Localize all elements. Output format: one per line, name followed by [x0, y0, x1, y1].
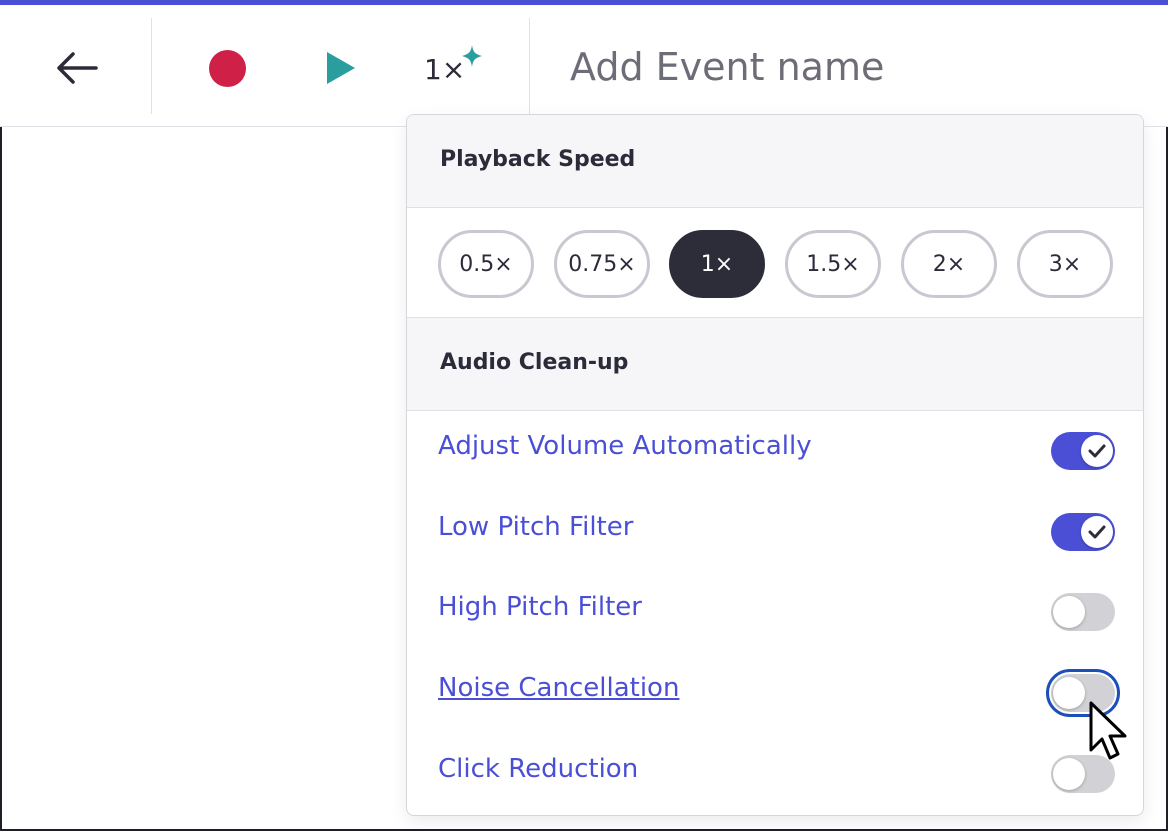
record-icon	[208, 49, 246, 87]
playback-speed-value: 1×	[424, 53, 466, 86]
speed-options: 0.5× 0.75× 1× 1.5× 2× 3×	[407, 208, 1143, 318]
option-label[interactable]: Noise Cancellation	[438, 673, 679, 703]
toggle-knob	[1053, 758, 1085, 790]
arrow-left-icon	[57, 52, 98, 84]
back-button[interactable]	[50, 43, 104, 93]
speed-option-0.75x[interactable]: 0.75×	[554, 230, 650, 298]
playback-speed-title: Playback Speed	[440, 147, 636, 172]
toggle-knob	[1053, 596, 1085, 628]
option-noise-cancellation: Noise Cancellation	[407, 653, 1143, 733]
toggle-knob	[1081, 516, 1113, 548]
playback-speed-header: Playback Speed	[407, 115, 1143, 208]
option-label[interactable]: Click Reduction	[438, 754, 638, 784]
playback-settings-dropdown: Playback Speed 0.5× 0.75× 1× 1.5× 2× 3× …	[406, 114, 1144, 816]
check-icon	[1088, 525, 1106, 539]
high-pitch-filter-toggle[interactable]	[1051, 593, 1115, 631]
option-label[interactable]: Adjust Volume Automatically	[438, 431, 812, 461]
playback-speed-button[interactable]: 1×	[414, 41, 490, 91]
event-name-input[interactable]: Add Event name	[570, 45, 884, 89]
low-pitch-filter-toggle[interactable]	[1051, 513, 1115, 551]
option-low-pitch-filter: Low Pitch Filter	[407, 492, 1143, 572]
recorder-toolbar: 1× Add Event name	[0, 5, 1168, 127]
speed-option-1x[interactable]: 1×	[669, 230, 765, 298]
sparkle-icon	[462, 45, 482, 67]
play-button[interactable]	[314, 43, 368, 93]
noise-cancellation-toggle[interactable]	[1046, 669, 1120, 717]
option-label[interactable]: High Pitch Filter	[438, 592, 642, 622]
speed-option-3x[interactable]: 3×	[1017, 230, 1113, 298]
audio-cleanup-title: Audio Clean-up	[440, 350, 629, 375]
option-high-pitch-filter: High Pitch Filter	[407, 572, 1143, 652]
toolbar-divider	[151, 18, 152, 114]
speed-option-1.5x[interactable]: 1.5×	[785, 230, 881, 298]
option-label[interactable]: Low Pitch Filter	[438, 512, 633, 542]
audio-cleanup-header: Audio Clean-up	[407, 318, 1143, 411]
speed-option-2x[interactable]: 2×	[901, 230, 997, 298]
record-button[interactable]	[200, 43, 254, 93]
check-icon	[1088, 444, 1106, 458]
toolbar-divider	[529, 18, 530, 114]
play-icon	[327, 52, 355, 84]
speed-option-0.5x[interactable]: 0.5×	[438, 230, 534, 298]
option-click-reduction: Click Reduction	[407, 734, 1143, 814]
click-reduction-toggle[interactable]	[1051, 755, 1115, 793]
option-adjust-volume: Adjust Volume Automatically	[407, 411, 1143, 491]
adjust-volume-toggle[interactable]	[1051, 432, 1115, 470]
toggle-knob	[1081, 435, 1113, 467]
toggle-knob	[1053, 677, 1085, 709]
